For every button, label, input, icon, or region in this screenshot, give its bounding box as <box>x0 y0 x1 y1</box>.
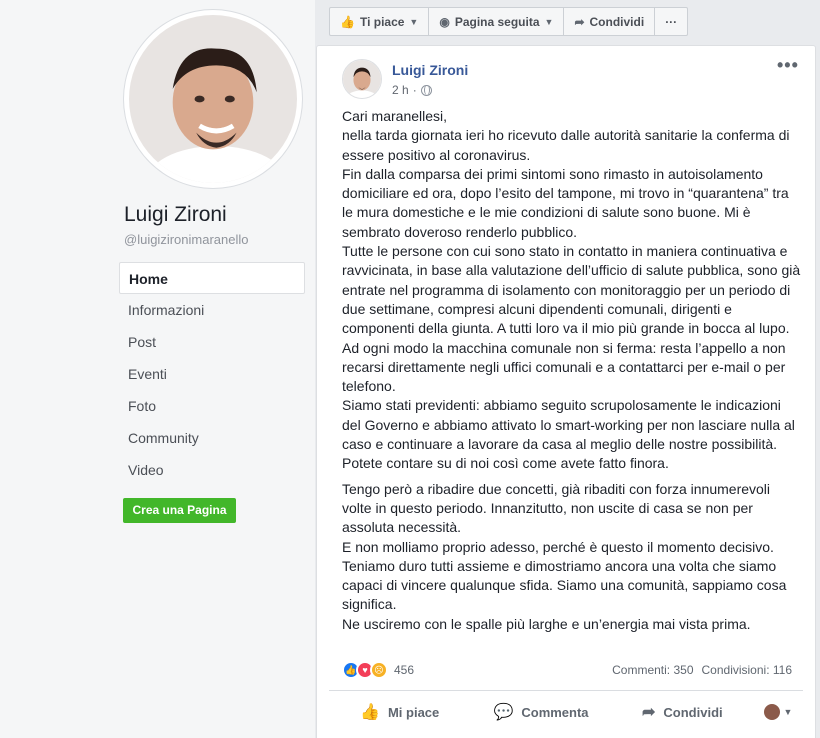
nav-item-eventi[interactable]: Eventi <box>119 358 305 390</box>
thumbs-up-icon: 👍 <box>340 14 355 29</box>
more-dots-icon: ··· <box>665 14 678 29</box>
nav-item-informazioni[interactable]: Informazioni <box>119 294 305 326</box>
post-paragraph: Cari maranellesi, <box>342 108 448 124</box>
reactions-summary[interactable]: 👍 ♥ ☹ 456 <box>342 661 414 679</box>
divider <box>329 690 803 691</box>
create-page-button[interactable]: Crea una Pagina <box>123 498 236 523</box>
share-count[interactable]: Condivisioni: 116 <box>702 663 793 677</box>
like-button[interactable]: 👍 Mi piace <box>329 702 470 722</box>
chevron-down-icon: ▼ <box>544 16 554 27</box>
post-author-name[interactable]: Luigi Zironi <box>392 62 468 78</box>
page-more-button[interactable]: ··· <box>655 8 687 35</box>
page-nav: Home Informazioni Post Eventi Foto Commu… <box>119 262 305 486</box>
comment-label: Commenta <box>521 704 589 720</box>
post-paragraph: Ne usciremo con le spalle più larghe e u… <box>342 615 751 632</box>
page-follow-label: Pagina seguita <box>454 14 540 29</box>
post-paragraph: E non molliamo proprio adesso, perché è … <box>342 538 774 555</box>
profile-picture[interactable] <box>124 10 302 188</box>
share-arrow-icon: ➦ <box>574 14 585 29</box>
nav-item-community[interactable]: Community <box>119 422 305 454</box>
post-body: Cari maranellesi, nella tarda giornata i… <box>342 107 802 634</box>
chevron-down-icon: ▼ <box>409 16 419 27</box>
author-photo-icon <box>343 60 381 98</box>
nav-item-home[interactable]: Home <box>119 262 305 294</box>
page-like-label: Ti piace <box>359 14 405 29</box>
post-paragraph: Ad ogni modo la macchina comunale non si… <box>342 339 786 395</box>
post-meta: 2 h · <box>392 83 432 97</box>
page-sidebar: Luigi Zironi @luigizironimaranello Home … <box>0 0 315 738</box>
post-paragraph: Fin dalla comparsa dei primi sintomi son… <box>342 165 789 240</box>
comment-button[interactable]: 💬 Commenta <box>470 702 611 722</box>
post-actions: 👍 Mi piace 💬 Commenta ➦ Condividi ▼ <box>329 696 803 728</box>
rss-icon: ◉ <box>439 14 450 29</box>
identity-switcher[interactable]: ▼ <box>753 704 803 720</box>
page-action-bar: 👍 Ti piace ▼ ◉ Pagina seguita ▼ ➦ Condiv… <box>329 7 689 36</box>
post-options-button[interactable]: ••• <box>777 55 799 76</box>
globe-icon <box>420 84 432 96</box>
post-paragraph: Siamo stati previdenti: abbiamo seguito … <box>342 397 795 472</box>
engagement-counts: Commenti: 350 Condivisioni: 116 <box>612 663 792 677</box>
post-paragraph: Tengo però a ribadire due concetti, già … <box>342 480 771 536</box>
page-share-button[interactable]: ➦ Condividi <box>564 8 656 35</box>
page-handle[interactable]: @luigizironimaranello <box>124 232 248 247</box>
meta-separator: · <box>412 83 417 97</box>
share-button[interactable]: ➦ Condividi <box>612 702 753 722</box>
post-paragraph: Teniamo duro tutti assieme e dimostriamo… <box>342 557 787 613</box>
share-arrow-icon: ➦ <box>642 704 656 721</box>
nav-item-foto[interactable]: Foto <box>119 390 305 422</box>
share-label: Condividi <box>663 704 723 720</box>
page-follow-button[interactable]: ◉ Pagina seguita ▼ <box>429 8 565 35</box>
page-like-button[interactable]: 👍 Ti piace ▼ <box>330 8 430 35</box>
thumbs-up-icon: 👍 <box>360 704 380 721</box>
comment-bubble-icon: 💬 <box>493 704 514 721</box>
page-title: Luigi Zironi <box>124 203 227 226</box>
post-paragraph: Tutte le persone con cui sono stato in c… <box>342 243 801 337</box>
nav-item-post[interactable]: Post <box>119 326 305 358</box>
comment-count[interactable]: Commenti: 350 <box>612 663 693 677</box>
page-share-label: Condividi <box>589 14 645 29</box>
like-label: Mi piace <box>387 704 440 720</box>
profile-photo-icon <box>129 15 297 183</box>
sad-reaction-icon: ☹ <box>370 661 388 679</box>
chevron-down-icon: ▼ <box>783 707 793 717</box>
post-card: Luigi Zironi 2 h · ••• Cari maranellesi,… <box>316 45 816 738</box>
post-paragraph: nella tarda giornata ieri ho ricevuto da… <box>342 127 790 163</box>
reaction-count: 456 <box>394 663 415 677</box>
nav-item-video[interactable]: Video <box>119 454 305 486</box>
post-author-avatar[interactable] <box>342 59 382 99</box>
post-timestamp[interactable]: 2 h <box>392 83 409 97</box>
avatar <box>763 704 780 720</box>
